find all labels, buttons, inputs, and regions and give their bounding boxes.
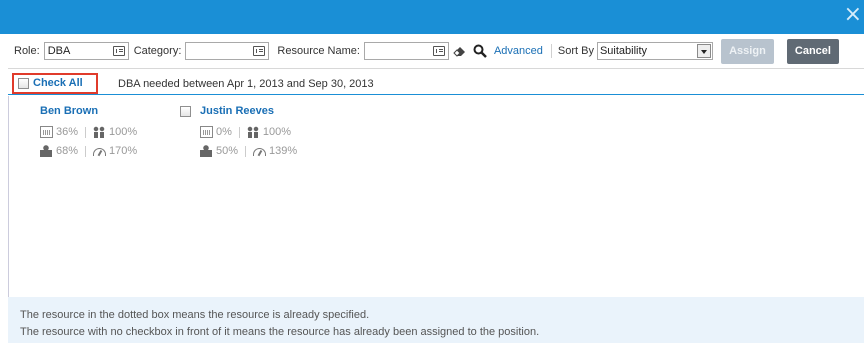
resource-name[interactable]: Justin Reeves bbox=[200, 105, 274, 117]
resource-checkbox[interactable] bbox=[180, 106, 191, 117]
list-picker-icon[interactable] bbox=[112, 46, 125, 56]
category-label: Category: bbox=[133, 45, 182, 57]
resource-name-label: Resource Name: bbox=[277, 45, 360, 57]
sort-by-label: Sort By bbox=[557, 45, 594, 57]
calendar-icon bbox=[40, 126, 53, 138]
team-icon bbox=[246, 126, 260, 138]
resource-name-field[interactable] bbox=[363, 42, 449, 60]
assign-button[interactable]: Assign bbox=[720, 38, 774, 64]
sort-by-select[interactable]: Suitability bbox=[596, 42, 713, 60]
load-value: 170% bbox=[109, 145, 138, 157]
resource-stats-row: 0% 100% bbox=[200, 126, 291, 138]
legend-note-specified: The resource in the dotted box means the… bbox=[20, 309, 370, 321]
stat-divider bbox=[245, 145, 247, 157]
calendar-icon bbox=[200, 126, 213, 138]
toolbar-divider bbox=[550, 44, 552, 58]
check-all-label[interactable]: Check All bbox=[33, 77, 83, 89]
resource-name[interactable]: Ben Brown bbox=[40, 105, 98, 117]
advanced-link[interactable]: Advanced bbox=[494, 45, 543, 57]
search-icon[interactable] bbox=[473, 44, 487, 58]
puzzle-icon bbox=[40, 145, 53, 157]
sort-by-value: Suitability bbox=[599, 45, 648, 57]
availability-value: 36% bbox=[56, 126, 79, 138]
skill-match-value: 68% bbox=[56, 145, 79, 157]
selection-bar: Check All DBA needed between Apr 1, 2013… bbox=[8, 70, 864, 95]
team-fit-value: 100% bbox=[109, 126, 138, 138]
requirement-text: DBA needed between Apr 1, 2013 and Sep 3… bbox=[118, 78, 374, 90]
check-all-checkbox[interactable] bbox=[18, 78, 29, 89]
list-picker-icon[interactable] bbox=[432, 46, 445, 56]
eraser-icon[interactable] bbox=[453, 44, 467, 58]
gauge-icon bbox=[93, 148, 107, 156]
check-all-control[interactable]: Check All bbox=[12, 73, 98, 94]
resource-stats-row: 68% 170% bbox=[40, 145, 137, 157]
dialog-title-bar: × bbox=[0, 0, 864, 34]
cancel-button[interactable]: Cancel bbox=[786, 38, 839, 64]
team-icon bbox=[93, 126, 107, 138]
role-field[interactable]: DBA bbox=[43, 42, 129, 60]
skill-match-value: 50% bbox=[216, 145, 239, 157]
stat-divider bbox=[85, 145, 87, 157]
gauge-icon bbox=[253, 148, 267, 156]
legend-note-assigned: The resource with no checkbox in front o… bbox=[20, 326, 540, 338]
load-value: 139% bbox=[269, 145, 298, 157]
puzzle-icon bbox=[200, 145, 213, 157]
role-value: DBA bbox=[47, 45, 71, 57]
role-label: Role: bbox=[14, 45, 40, 57]
legend-footer: The resource in the dotted box means the… bbox=[8, 297, 864, 343]
resource-stats-row: 50% 139% bbox=[200, 145, 297, 157]
stat-divider bbox=[85, 126, 87, 138]
resource-grid: Ben Brown 36% 100% 68% 170% Justin Reeve… bbox=[8, 96, 864, 297]
chevron-down-icon[interactable] bbox=[696, 44, 711, 58]
resource-stats-row: 36% 100% bbox=[40, 126, 137, 138]
stat-divider bbox=[238, 126, 240, 138]
close-icon[interactable]: × bbox=[844, 4, 862, 26]
availability-value: 0% bbox=[216, 126, 232, 138]
search-toolbar: Role: DBA Category: Resource Name: Advan… bbox=[8, 34, 864, 69]
list-picker-icon[interactable] bbox=[253, 46, 266, 56]
team-fit-value: 100% bbox=[262, 126, 292, 138]
category-field[interactable] bbox=[185, 42, 270, 60]
